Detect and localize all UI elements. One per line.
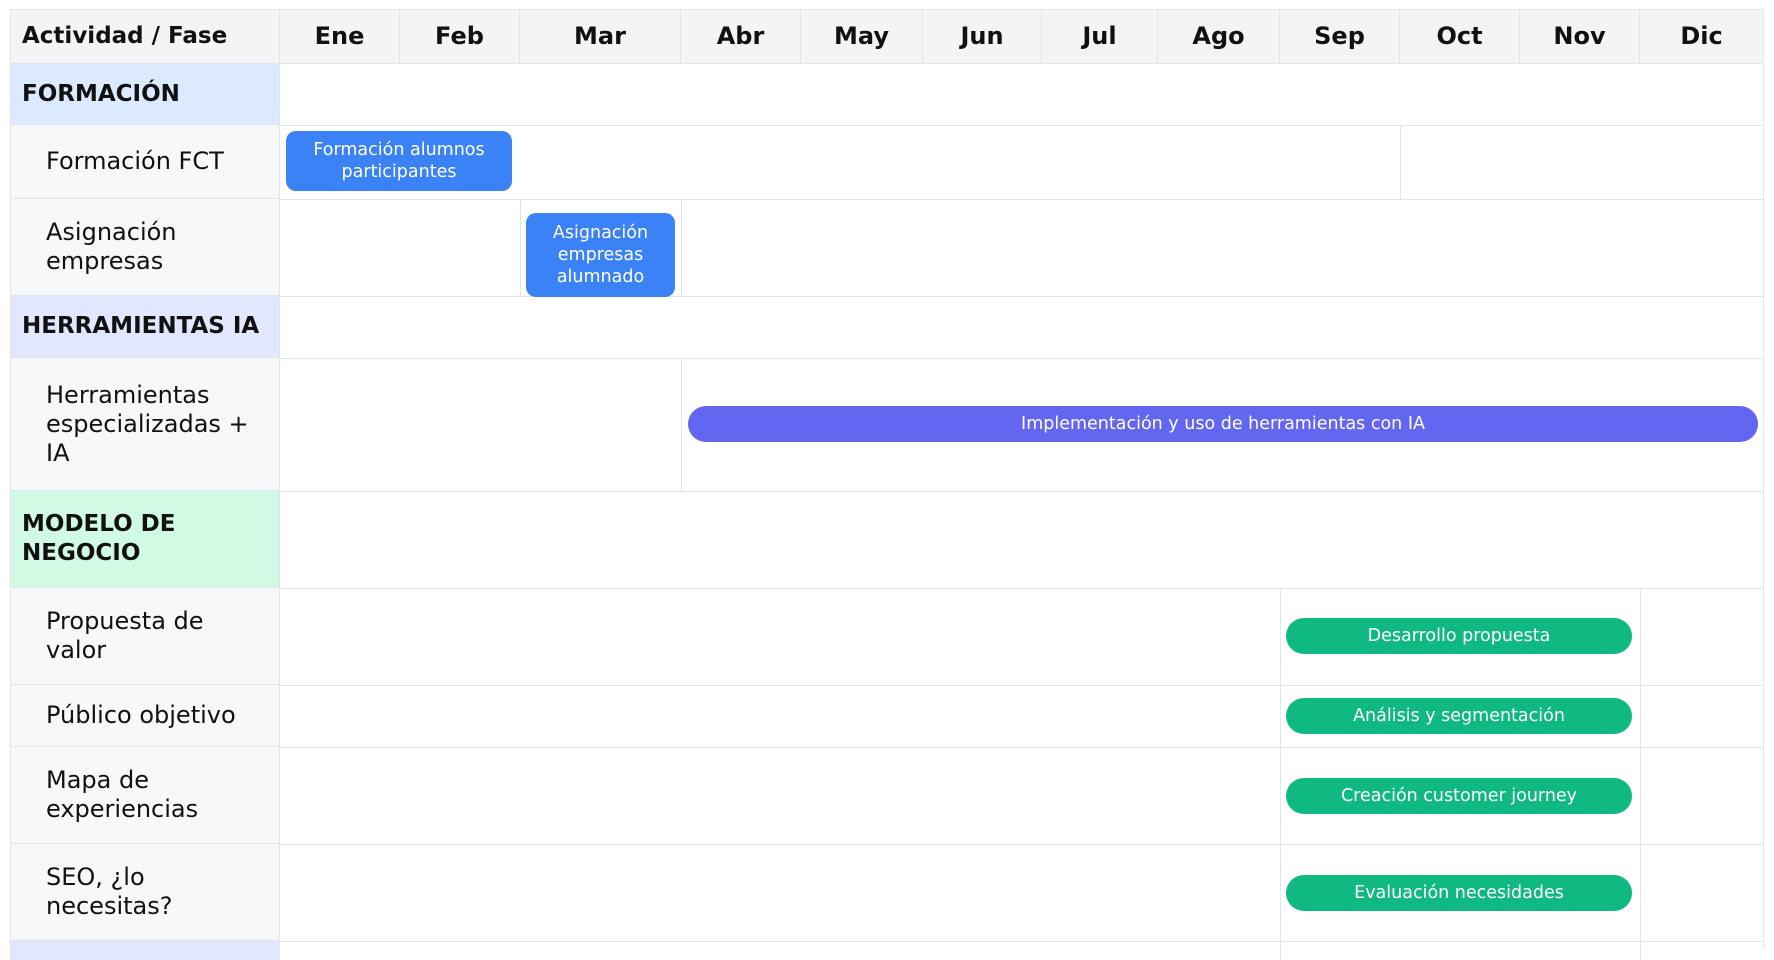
header-month-jul: Jul (1042, 9, 1158, 64)
next-row-stub (10, 941, 280, 960)
timeline-row-divider (280, 685, 1764, 686)
header-month-abr: Abr (681, 9, 801, 64)
bar-creacion-customer-journey: Creación customer journey (1286, 778, 1632, 814)
grid-border-right (1763, 9, 1764, 949)
grid-border-left (10, 9, 11, 960)
header-month-jun: Jun (923, 9, 1042, 64)
section-herramientas-ia: HERRAMIENTAS IA (10, 296, 280, 358)
timeline-row-divider (280, 491, 1764, 492)
header-month-mar: Mar (520, 9, 681, 64)
activity-label-publico-objetivo: Público objetivo (10, 685, 280, 747)
bar-evaluacion-necesidades: Evaluación necesidades (1286, 875, 1632, 911)
bar-analisis-segmentacion: Análisis y segmentación (1286, 698, 1632, 734)
bar-formacion-alumnos: Formación alumnos participantes (286, 131, 512, 191)
activity-label-seo: SEO, ¿lo necesitas? (10, 844, 280, 941)
activity-label-mapa-experiencias: Mapa de experiencias (10, 747, 280, 844)
activity-label-formacion-fct: Formación FCT (10, 125, 280, 199)
grid-border-top (10, 9, 1764, 10)
timeline-row-divider (280, 358, 1764, 359)
timeline-row-divider (280, 296, 1764, 297)
timeline-row-divider (280, 125, 1764, 126)
bar-asignacion-empresas: Asignación empresas alumnado (526, 213, 675, 297)
header-activity-phase: Actividad / Fase (10, 9, 280, 64)
timeline-cell-divider (1640, 588, 1641, 960)
activity-label-asignacion-empresas: Asignación empresas (10, 199, 280, 296)
gantt-chart: Actividad / Fase Ene Feb Mar Abr May Jun… (10, 9, 1764, 960)
timeline-cell-divider (520, 199, 521, 296)
header-month-ene: Ene (280, 9, 400, 64)
header-month-nov: Nov (1520, 9, 1640, 64)
timeline-cell-divider (1400, 125, 1401, 199)
header-month-may: May (801, 9, 923, 64)
timeline-row-divider (280, 941, 1764, 942)
timeline-cell-divider (681, 199, 682, 296)
timeline-row-divider (280, 844, 1764, 845)
header-month-oct: Oct (1400, 9, 1520, 64)
header-month-ago: Ago (1158, 9, 1280, 64)
timeline-cell-divider (1280, 588, 1281, 960)
header-month-dic: Dic (1640, 9, 1764, 64)
bar-implementacion-herramientas-ia: Implementación y uso de herramientas con… (688, 406, 1758, 442)
header-month-feb: Feb (400, 9, 520, 64)
timeline-row-divider (280, 747, 1764, 748)
section-modelo-negocio: MODELO DE NEGOCIO (10, 491, 280, 588)
section-formacion: FORMACIÓN (10, 64, 280, 125)
timeline-row-divider (280, 588, 1764, 589)
activity-label-propuesta-valor: Propuesta de valor (10, 588, 280, 685)
activity-label-herramientas-especializadas: Herramientas especializadas + IA (10, 358, 280, 491)
header-month-sep: Sep (1280, 9, 1400, 64)
bar-desarrollo-propuesta: Desarrollo propuesta (1286, 618, 1632, 654)
timeline-cell-divider (681, 358, 682, 491)
timeline-row-divider (280, 199, 1764, 200)
